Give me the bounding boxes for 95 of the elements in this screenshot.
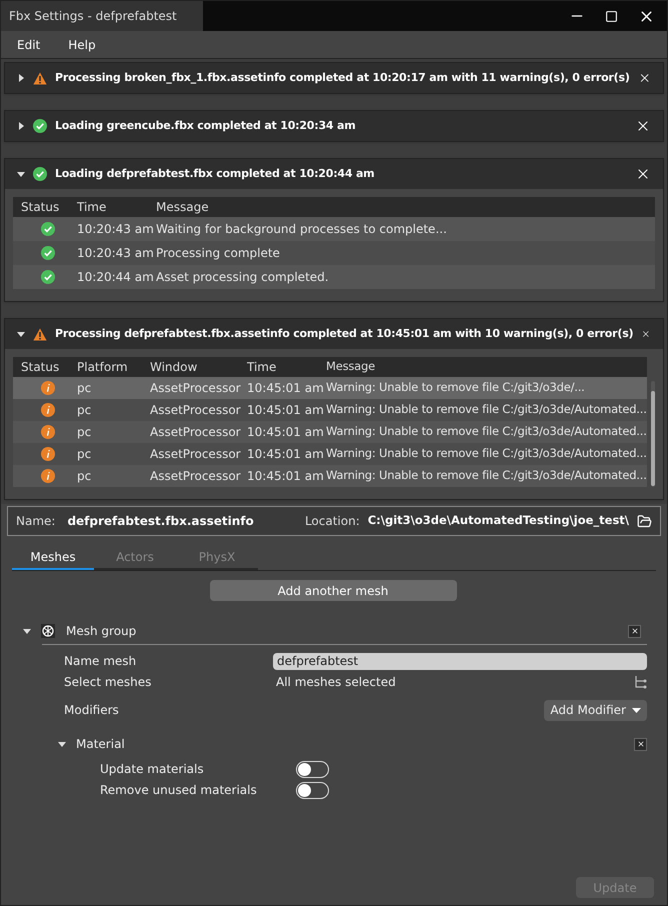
add-modifier-button[interactable]: Add Modifier (544, 700, 647, 720)
notification-title: Processing broken_fbx_1.fbx.assetinfo completed at 10:20:17 am with 11 warning(s), 0 error(s) (55, 70, 630, 86)
table-cell-text: Asset processing completed. (156, 269, 330, 286)
section-title: Material (76, 736, 126, 753)
close-icon (636, 740, 644, 748)
table-cell-text: 10:45:01 am (247, 468, 325, 485)
table-cell-text: Warning: Unable to remove file C:/git3/o3de/... (326, 379, 586, 396)
expand-caret-icon[interactable] (17, 122, 25, 130)
toggle-switch[interactable] (296, 760, 329, 778)
tab[interactable]: Meshes (12, 545, 94, 570)
table-cell-text: AssetProcessor (150, 446, 242, 463)
name-label: Name: (16, 513, 56, 530)
check-circle-icon (33, 119, 47, 133)
info-icon (41, 403, 55, 417)
collapse-caret-icon[interactable] (23, 627, 31, 635)
table-row[interactable]: pc AssetProcessor 10:45:01 am Warning: Unable to remove file C:/git3/o3de/... (13, 377, 647, 399)
name-input[interactable]: defprefabtest (273, 652, 647, 670)
close-icon (630, 627, 638, 635)
table-row[interactable]: 10:20:43 am Waiting for background processes to complete... (13, 217, 655, 241)
collapse-caret-icon[interactable] (17, 170, 25, 178)
check-circle-icon (41, 222, 55, 236)
table-row[interactable]: pc AssetProcessor 10:45:01 am Warning: Unable to remove file C:/git3/o3de/Automated... (13, 421, 647, 443)
table-cell-text: pc (77, 380, 92, 397)
column-header: Status (20, 359, 60, 376)
column-header: Message (156, 199, 210, 216)
column-header: Time (77, 199, 108, 216)
info-icon (41, 447, 55, 461)
notification-title: Loading greencube.fbx completed at 10:20:34 am (55, 118, 356, 134)
notification-title: Loading defprefabtest.fbx completed at 10:20:44 am (55, 166, 376, 182)
collapse-caret-icon[interactable] (17, 330, 25, 338)
table-cell-text: pc (77, 424, 92, 441)
group-title: Mesh group (66, 623, 138, 640)
info-icon (41, 469, 55, 483)
table-cell-text: 10:20:44 am (77, 269, 155, 286)
table-cell-text: AssetProcessor (150, 424, 242, 441)
collapse-caret-icon[interactable] (58, 740, 66, 748)
hierarchy-icon[interactable] (634, 675, 647, 689)
table-row[interactable]: 10:20:44 am Asset processing completed. (13, 265, 655, 289)
column-header: Window (150, 359, 198, 376)
table-cell-text: Waiting for background processes to complete... (156, 221, 448, 238)
table-cell-text: pc (77, 402, 92, 419)
menu-item[interactable]: Help (68, 36, 96, 54)
notification-title: Processing defprefabtest.fbx.assetinfo completed at 10:45:01 am with 10 warning(s), 0 error(s) (55, 326, 634, 342)
table-cell-text: Warning: Unable to remove file C:/git3/o3de/Automated... (326, 401, 647, 418)
info-icon (41, 425, 55, 439)
table-row[interactable]: pc AssetProcessor 10:45:01 am Warning: Unable to remove file C:/git3/o3de/Automated... (13, 465, 647, 487)
file-name: defprefabtest.fbx.assetinfo (67, 513, 254, 530)
warning-icon (33, 328, 47, 340)
table-cell-text: 10:45:01 am (247, 446, 325, 463)
menu-item[interactable]: Edit (17, 36, 40, 54)
mesh-group-icon (41, 624, 55, 638)
table-cell-text: Warning: Unable to remove file C:/git3/o3de/Automated... (326, 423, 647, 440)
table-cell-text: AssetProcessor (150, 402, 242, 419)
table-cell-text: AssetProcessor (150, 468, 242, 485)
maximize-icon[interactable] (605, 10, 618, 22)
table-cell-text: 10:45:01 am (247, 424, 325, 441)
remove-button[interactable] (628, 624, 641, 638)
column-header: Status (20, 199, 60, 216)
column-header: Time (247, 359, 278, 376)
check-circle-icon (33, 167, 47, 181)
table-cell-text: 10:20:43 am (77, 245, 155, 262)
table-cell-text: 10:45:01 am (247, 380, 325, 397)
field-value: All meshes selected (276, 674, 397, 691)
location-label: Location: (304, 513, 360, 530)
option-label: Remove unused materials (100, 782, 258, 799)
table-cell-text: 10:20:43 am (77, 221, 155, 238)
table-cell-text: pc (77, 468, 92, 485)
info-icon (41, 381, 55, 395)
check-circle-icon (41, 246, 55, 260)
column-header: Message (326, 358, 376, 376)
table-cell-text: 10:45:01 am (247, 402, 325, 419)
table-cell-text: Processing complete (156, 245, 281, 262)
table-row[interactable]: pc AssetProcessor 10:45:01 am Warning: Unable to remove file C:/git3/o3de/Automated... (13, 443, 647, 465)
check-circle-icon (41, 270, 55, 284)
table-row[interactable]: pc AssetProcessor 10:45:01 am Warning: Unable to remove file C:/git3/o3de/Automated... (13, 399, 647, 421)
field-label: Modifiers (64, 702, 120, 719)
folder-icon[interactable] (637, 514, 652, 528)
table-cell-text: Warning: Unable to remove file C:/git3/o3de/Automated... (326, 467, 647, 484)
table-cell-text: pc (77, 446, 92, 463)
option-label: Update materials (100, 761, 205, 778)
remove-button[interactable] (634, 738, 647, 750)
location-path: C:\git3\o3de\AutomatedTesting\joe_test\ (368, 512, 629, 530)
window-title: Fbx Settings - defprefabtest (9, 8, 177, 25)
caret-icon (632, 708, 641, 712)
field-label: Select meshes (64, 674, 152, 691)
table-row[interactable]: 10:20:43 am Processing complete (13, 241, 655, 265)
table-cell-text: Warning: Unable to remove file C:/git3/o3de/Automated... (326, 445, 647, 462)
add-mesh-button[interactable]: Add another mesh (210, 580, 456, 601)
column-header: Platform (77, 359, 129, 376)
field-label: Name mesh (64, 653, 138, 670)
warning-icon (33, 72, 47, 84)
table-cell-text: AssetProcessor (150, 380, 242, 397)
toggle-switch[interactable] (296, 782, 329, 798)
scrollbar[interactable] (650, 381, 655, 487)
expand-caret-icon[interactable] (17, 74, 25, 82)
